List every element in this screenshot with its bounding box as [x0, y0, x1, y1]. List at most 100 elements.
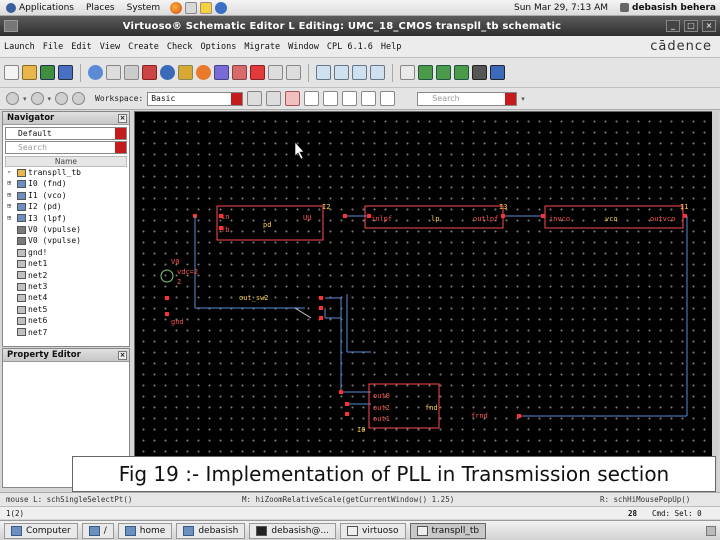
command-line[interactable]: 1(2) 28 Cmd: Sel: 0 [0, 506, 720, 519]
taskbar-button[interactable]: debasish [176, 522, 246, 539]
places-menu[interactable]: Places [80, 3, 121, 13]
schematic-canvas[interactable]: pd in fb UU I2 lp inlpf outlpf I3 vco in… [134, 111, 718, 489]
tree-item[interactable]: V0 (vpulse) [7, 224, 129, 235]
taskbar-button[interactable]: debasish@... [249, 522, 337, 539]
menu-check[interactable]: Check [163, 42, 197, 52]
wire-icon[interactable] [214, 65, 229, 80]
search-options-icon[interactable]: ▾ [521, 95, 525, 103]
menu-migrate[interactable]: Migrate [240, 42, 284, 52]
menu-file[interactable]: File [39, 42, 67, 52]
taskbar-button[interactable]: home [117, 522, 173, 539]
undo-icon[interactable] [160, 65, 175, 80]
zoom-fit-icon[interactable] [316, 65, 331, 80]
taskbar-button[interactable]: virtuoso [340, 522, 406, 539]
delete-icon[interactable] [142, 65, 157, 80]
zoom-out-icon[interactable] [352, 65, 367, 80]
system-menu[interactable]: System [121, 3, 167, 13]
select-instance-icon[interactable] [304, 91, 320, 106]
search-dropdown-icon[interactable] [115, 142, 126, 153]
move-icon[interactable] [88, 65, 103, 80]
analog-env-icon[interactable] [472, 65, 487, 80]
label-icon[interactable] [286, 65, 301, 80]
menu-create[interactable]: Create [124, 42, 163, 52]
menu-view[interactable]: View [96, 42, 124, 52]
hierarchy-icon[interactable] [400, 65, 415, 80]
instance-icon[interactable] [250, 65, 265, 80]
select-shape-icon[interactable] [380, 91, 396, 106]
tree-item[interactable]: gnd! [7, 247, 129, 258]
check-save-icon[interactable] [40, 65, 55, 80]
stretch-icon[interactable] [124, 65, 139, 80]
select-pin-icon[interactable] [342, 91, 358, 106]
search-dropdown-icon[interactable] [505, 92, 517, 105]
expand-icon[interactable]: ⊞ [7, 178, 15, 189]
forward-icon[interactable] [30, 92, 44, 105]
tree-item[interactable]: net3 [7, 281, 129, 292]
wire-name-icon[interactable] [232, 65, 247, 80]
user-menu[interactable]: debasish behera [614, 3, 720, 13]
refresh-icon[interactable] [72, 92, 86, 105]
menu-cpl[interactable]: CPL 6.1.6 [323, 42, 377, 52]
tree-item[interactable]: V0 (vpulse) [7, 235, 129, 246]
menu-window[interactable]: Window [284, 42, 323, 52]
pin-icon[interactable] [268, 65, 283, 80]
menu-options[interactable]: Options [196, 42, 240, 52]
tree-item[interactable]: net4 [7, 292, 129, 303]
taskbar-button[interactable]: Computer [4, 522, 78, 539]
new-icon[interactable] [4, 65, 19, 80]
toolbar-search-input[interactable]: Search [417, 91, 518, 106]
tree-item[interactable]: net2 [7, 270, 129, 281]
taskbar-button[interactable]: transpll_tb [409, 522, 487, 539]
workspace-save-icon[interactable] [247, 91, 263, 106]
select-net-icon[interactable] [323, 91, 339, 106]
help-icon[interactable] [215, 1, 228, 14]
workspace-switcher-icon[interactable] [706, 525, 716, 536]
applications-menu[interactable]: Applications [0, 2, 80, 13]
select-all-icon[interactable] [285, 91, 301, 106]
mail-icon[interactable] [185, 1, 198, 14]
vpulse-source-icon[interactable] [160, 269, 174, 283]
menu-help[interactable]: Help [377, 42, 405, 52]
open-icon[interactable] [22, 65, 37, 80]
canvas-scrollbar[interactable] [712, 111, 718, 489]
navigator-column-name[interactable]: Name [5, 156, 127, 167]
expand-icon[interactable]: ⊞ [7, 213, 15, 224]
stop-icon[interactable] [55, 92, 69, 105]
window-menu-icon[interactable] [4, 20, 18, 32]
expand-icon[interactable]: ⊞ [7, 190, 15, 201]
tree-item[interactable]: net1 [7, 258, 129, 269]
workspace-load-icon[interactable] [266, 91, 282, 106]
chevron-down-icon[interactable] [115, 128, 126, 139]
close-icon[interactable]: × [118, 113, 127, 123]
close-icon[interactable]: × [118, 350, 127, 360]
tree-item[interactable]: net7 [7, 327, 129, 338]
navigator-filter-select[interactable]: Default [5, 127, 127, 140]
workspace-select[interactable]: Basic [147, 91, 244, 106]
simulate-icon[interactable] [490, 65, 505, 80]
forward-dropdown-icon[interactable]: ▾ [48, 95, 52, 103]
tree-item[interactable]: ▿ transpll_tb [7, 167, 129, 178]
taskbar-button[interactable]: / [81, 522, 114, 539]
firefox-icon[interactable] [170, 1, 183, 14]
tree-item[interactable]: net6 [7, 315, 129, 326]
zoom-box-icon[interactable] [370, 65, 385, 80]
notes-icon[interactable] [200, 1, 213, 14]
back-icon[interactable] [6, 92, 19, 105]
tree-item[interactable]: ⊞ I2 (pd) [7, 201, 129, 212]
select-label-icon[interactable] [361, 91, 377, 106]
save-icon[interactable] [58, 65, 73, 80]
tree-item[interactable]: ⊞ I3 (lpf) [7, 213, 129, 224]
return-icon[interactable] [454, 65, 469, 80]
expand-icon[interactable]: ▿ [7, 167, 15, 178]
property-icon[interactable] [196, 65, 211, 80]
back-dropdown-icon[interactable]: ▾ [23, 95, 27, 103]
chevron-down-icon[interactable] [231, 92, 243, 105]
copy-icon[interactable] [106, 65, 121, 80]
navigator-search-input[interactable]: Search [5, 141, 127, 154]
descend-icon[interactable] [418, 65, 433, 80]
tree-item[interactable]: ⊞ I1 (vco) [7, 190, 129, 201]
menu-edit[interactable]: Edit [67, 42, 95, 52]
minimize-button[interactable]: _ [666, 20, 680, 32]
expand-icon[interactable]: ⊞ [7, 201, 15, 212]
tree-item[interactable]: net5 [7, 304, 129, 315]
